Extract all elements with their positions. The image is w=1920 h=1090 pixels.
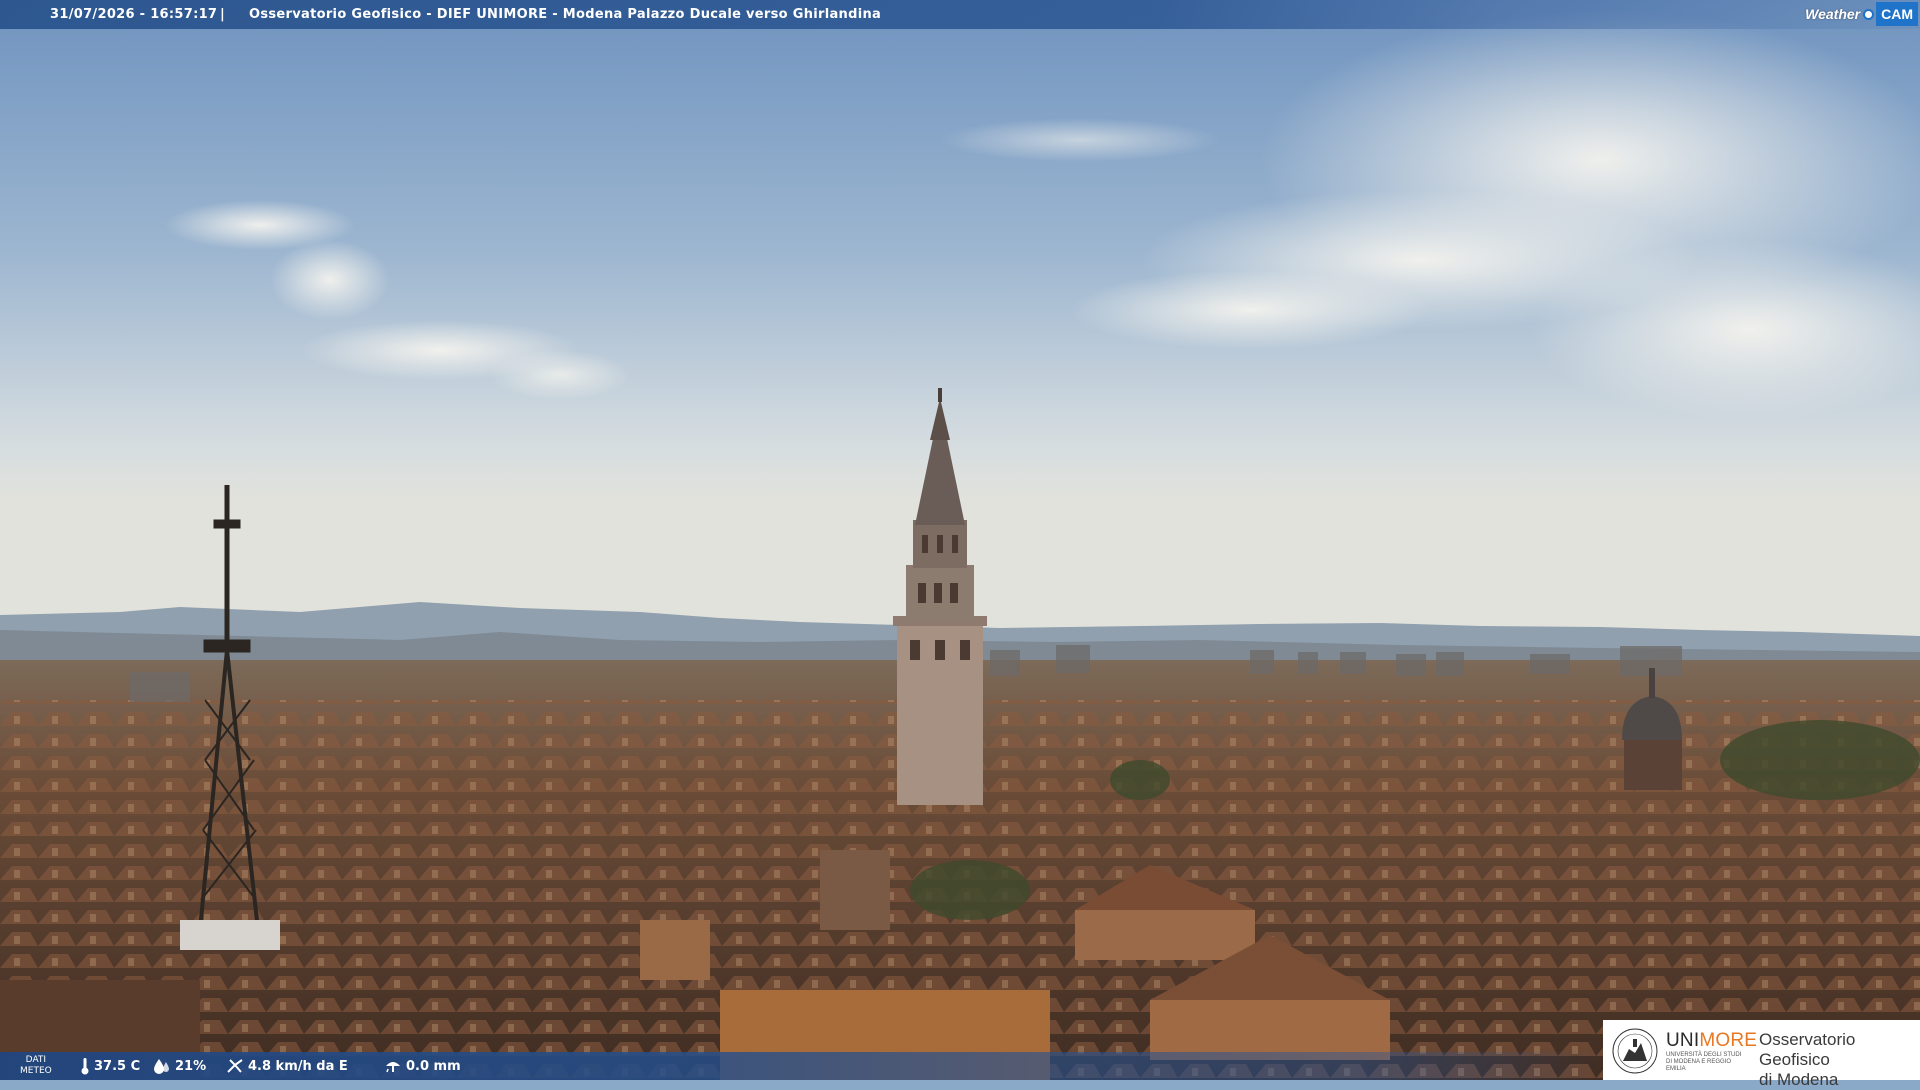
- rain-value: 0.0 mm: [406, 1058, 461, 1074]
- header-bar: 31/07/2026 - 16:57:17 | Osservatorio Geo…: [0, 0, 1920, 29]
- humidity-readout: 21%: [153, 1052, 206, 1080]
- humidity-value: 21%: [175, 1058, 207, 1074]
- unimore-wordmark: UNIMORE: [1666, 1030, 1758, 1051]
- rain-gauge-icon: [386, 1062, 400, 1073]
- unimore-logo-panel: UNIMORE UNIVERSITÀ DEGLI STUDI DI MODENA…: [1603, 1020, 1920, 1089]
- observatory-name: Osservatorio Geofisico di Modena: [1759, 1030, 1856, 1089]
- rain-readout: 0.0 mm: [384, 1052, 461, 1080]
- humidity-drop-icon: [154, 1059, 169, 1074]
- weathercam-logo-dot-icon: [1863, 8, 1875, 20]
- weathercam-logo: Weather CAM: [1805, 2, 1918, 26]
- wind-readout: 4.8 km/h da E: [226, 1052, 348, 1080]
- university-subtitle: UNIVERSITÀ DEGLI STUDI DI MODENA E REGGI…: [1666, 1052, 1742, 1072]
- weather-data-bar: DATI METEO 37.5 C 21% 4.8 km/h da E 0.0 …: [0, 1052, 1604, 1080]
- weathercam-logo-cam: CAM: [1876, 2, 1918, 26]
- wind-icon: [227, 1059, 243, 1073]
- weather-data-label: DATI METEO: [20, 1055, 52, 1076]
- temperature-readout: 37.5 C: [80, 1052, 140, 1080]
- wind-value: 4.8 km/h da E: [248, 1058, 348, 1074]
- timestamp: 31/07/2026 - 16:57:17: [50, 7, 218, 22]
- weathercam-logo-weather: Weather: [1805, 5, 1861, 22]
- university-seal-icon: [1612, 1028, 1658, 1074]
- temperature-value: 37.5 C: [94, 1058, 141, 1074]
- webcam-photo: [0, 0, 1920, 1080]
- camera-title: Osservatorio Geofisico - DIEF UNIMORE - …: [249, 7, 882, 22]
- thermometer-icon: [81, 1058, 89, 1075]
- header-separator: |: [220, 7, 225, 22]
